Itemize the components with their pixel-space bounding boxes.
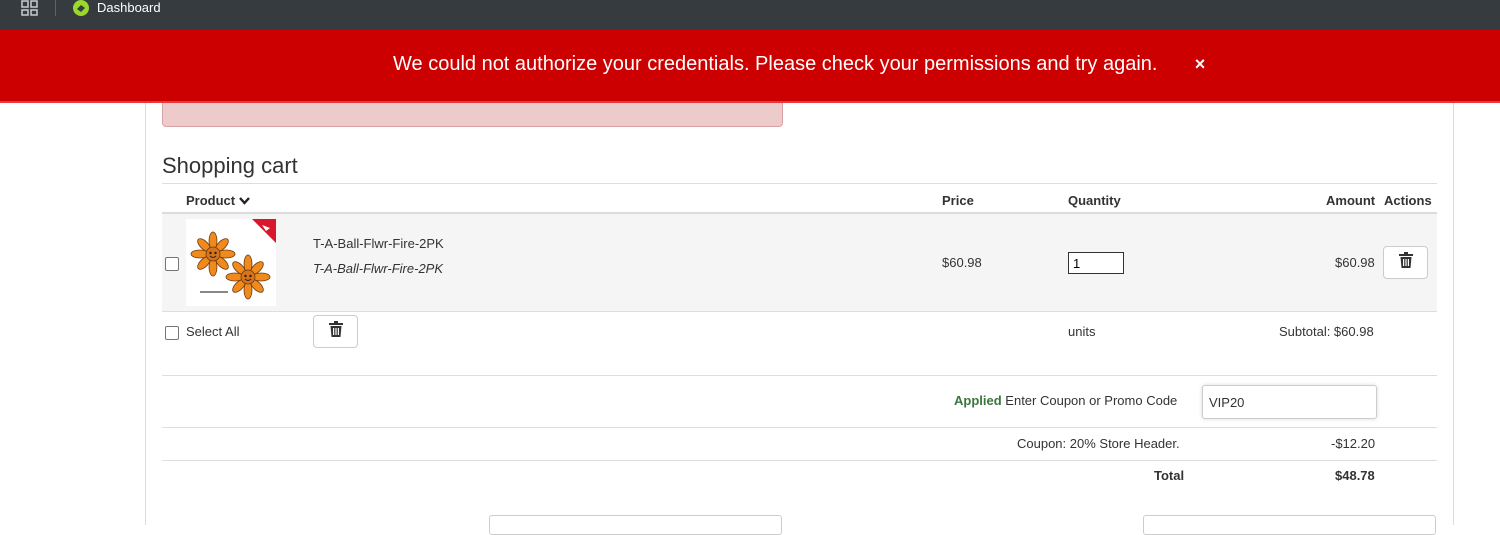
page-title: Shopping cart <box>162 153 298 178</box>
divider <box>162 311 1437 312</box>
coupon-label: Applied Enter Coupon or Promo Code <box>954 393 1177 409</box>
select-all-checkbox[interactable] <box>165 326 179 340</box>
coupon-discount-value: -$12.20 <box>1331 436 1376 451</box>
trash-icon <box>328 321 343 342</box>
coupon-discount-label: Coupon: 20% Store Header. <box>1017 436 1180 451</box>
delete-selected-button[interactable] <box>313 315 358 348</box>
subtotal: Subtotal: $60.98 <box>1279 324 1374 339</box>
po-number-field[interactable] <box>1143 515 1436 535</box>
product-sku: T-A-Ball-Flwr-Fire-2PK <box>313 261 444 276</box>
column-header-amount: Amount <box>1326 193 1376 208</box>
column-header-quantity: Quantity <box>1068 193 1121 208</box>
total-value: $48.78 <box>1335 468 1375 483</box>
error-banner: We could not authorize your credentials.… <box>0 30 1500 103</box>
total-label: Total <box>1154 468 1185 483</box>
chevron-down-icon <box>239 193 251 209</box>
dashboard-logo-icon[interactable] <box>72 0 90 16</box>
top-bar: Dashboard <box>0 0 1500 30</box>
item-price: $60.98 <box>942 255 982 270</box>
dashboard-link[interactable]: Dashboard <box>97 0 161 15</box>
column-header-product[interactable]: Product <box>186 193 251 209</box>
coupon-input[interactable] <box>1202 385 1377 419</box>
product-image[interactable] <box>186 219 276 306</box>
error-banner-message: We could not authorize your credentials.… <box>393 53 1158 75</box>
coupon-applied-status: Applied <box>954 393 1002 408</box>
divider <box>162 183 1437 184</box>
delete-item-button[interactable] <box>1383 246 1428 279</box>
item-amount: $60.98 <box>1335 255 1375 270</box>
divider <box>162 427 1437 428</box>
divider <box>162 460 1437 461</box>
apps-grid-icon[interactable] <box>21 0 39 16</box>
quantity-input[interactable] <box>1068 252 1124 274</box>
close-icon[interactable]: × <box>1190 54 1210 74</box>
product-name-link[interactable]: T-A-Ball-Flwr-Fire-2PK <box>313 236 444 252</box>
units-label: units <box>1068 324 1096 339</box>
trash-icon <box>1398 252 1413 273</box>
column-header-price: Price <box>942 193 974 208</box>
coupon-prompt: Enter Coupon or Promo Code <box>1005 393 1178 408</box>
divider <box>162 375 1437 376</box>
column-header-actions: Actions <box>1384 193 1432 208</box>
topbar-divider <box>55 0 56 16</box>
comments-field[interactable] <box>489 515 782 535</box>
row-checkbox[interactable] <box>165 257 179 271</box>
select-all-label[interactable]: Select All <box>186 324 239 340</box>
